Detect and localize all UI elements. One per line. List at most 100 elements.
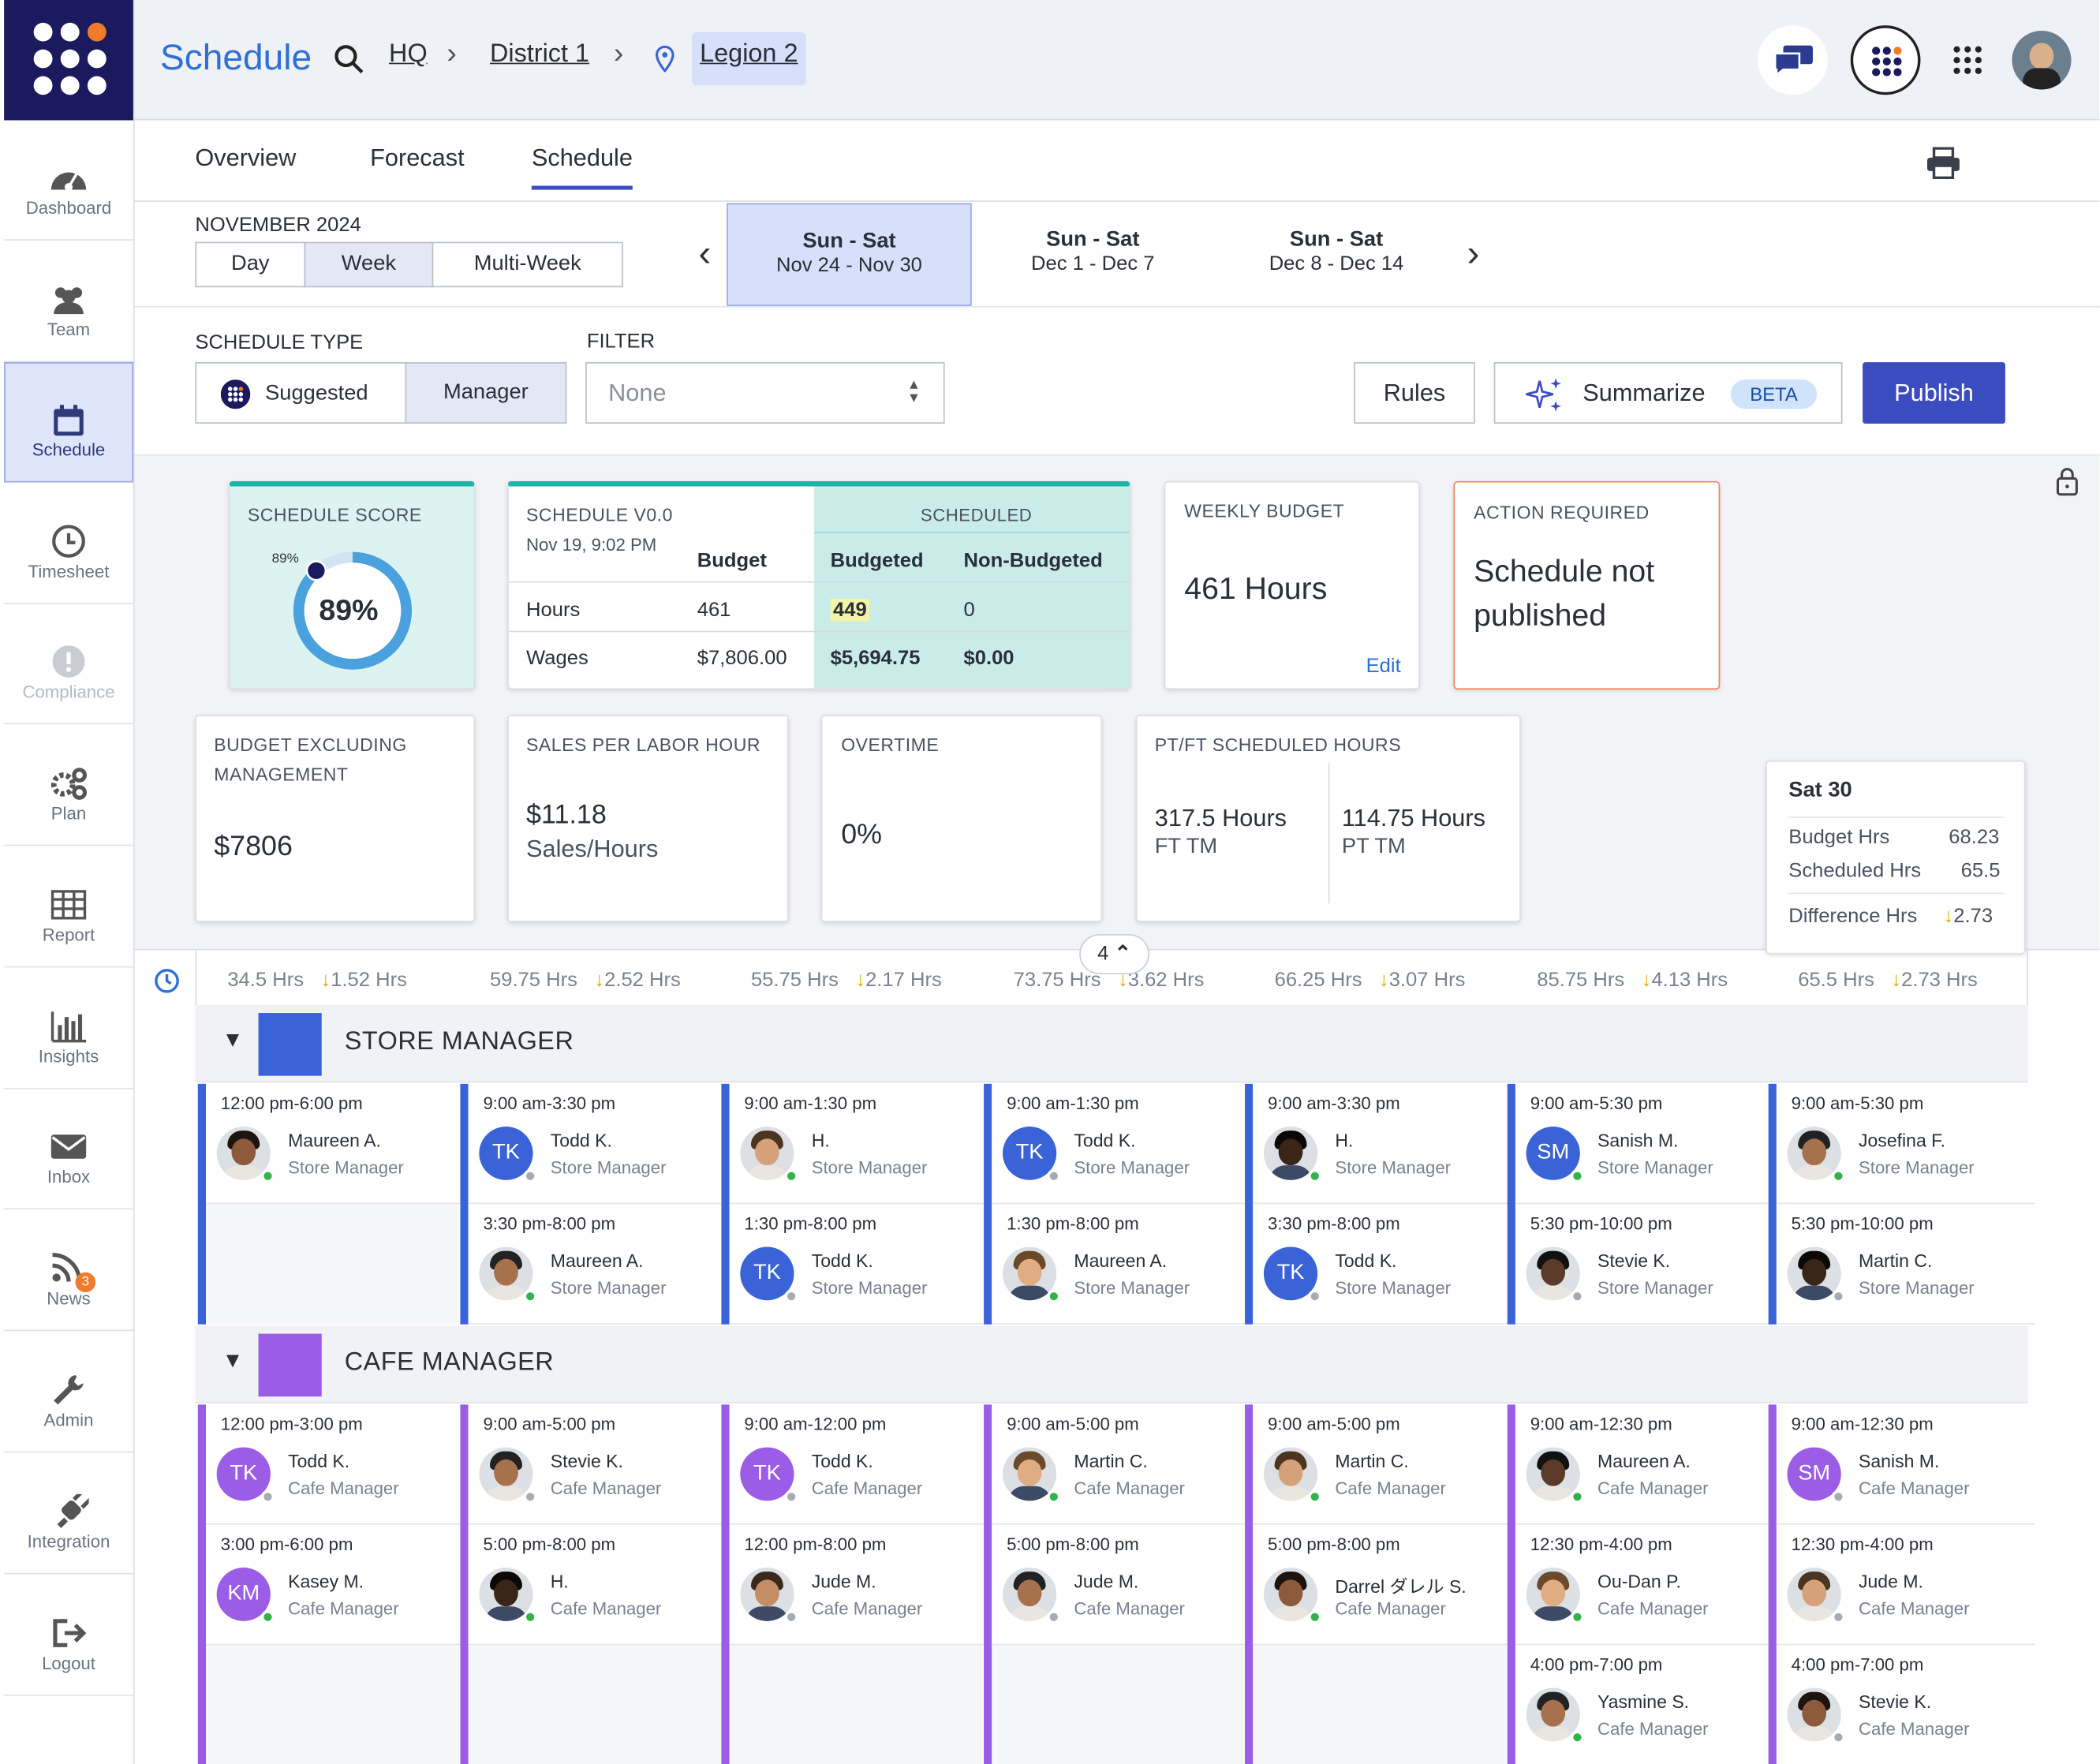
shift-cell[interactable]: 9:00 am-5:30 pm Josefina F. Store Manager <box>1776 1083 2035 1205</box>
manager-button[interactable]: Manager <box>405 362 567 424</box>
budget-ex-value: $7806 <box>214 831 293 862</box>
app-logo[interactable] <box>4 0 133 121</box>
current-location-chip[interactable]: Legion 2 <box>691 32 806 86</box>
shift-cell[interactable]: 9:00 am-1:30 pm H. Store Manager <box>729 1083 988 1205</box>
sidebar-item-integration[interactable]: Integration <box>4 1454 133 1575</box>
shift-cell[interactable]: 9:00 am-12:30 pm SM Sanish M. Cafe Manager <box>1776 1404 2035 1525</box>
week-option-selected[interactable]: Sun - Sat Nov 24 - Nov 30 <box>727 203 972 306</box>
ptft-title: PT/FT SCHEDULED HOURS <box>1154 734 1402 756</box>
view-multiweek-button[interactable]: Multi-Week <box>432 241 623 288</box>
sidebar-item-timesheet[interactable]: Timesheet <box>4 484 133 604</box>
sidebar-item-dashboard[interactable]: Dashboard <box>4 120 133 241</box>
shift-cell[interactable]: 9:00 am-5:00 pm Martin C. Cafe Manager <box>992 1404 1250 1525</box>
shift-time: 9:00 am-12:30 pm <box>1530 1414 1672 1434</box>
employee-name: Todd K. <box>811 1451 873 1472</box>
shift-cell[interactable]: 9:00 am-1:30 pm TK Todd K. Store Manager <box>992 1083 1250 1205</box>
week-option[interactable]: Sun - Sat Dec 1 - Dec 7 <box>972 203 1214 305</box>
lock-icon[interactable] <box>2055 466 2079 496</box>
shift-cell[interactable]: 9:00 am-5:00 pm Stevie K. Cafe Manager <box>468 1404 727 1525</box>
shift-cell[interactable]: 12:00 pm-3:00 pm TK Todd K. Cafe Manager <box>206 1404 465 1525</box>
shift-cell[interactable]: 5:30 pm-10:00 pm Stevie K. Store Manager <box>1515 1204 1774 1325</box>
sidebar-item-news[interactable]: 3 News <box>4 1211 133 1332</box>
group-header[interactable]: ▼ CAFE MANAGER <box>195 1325 2028 1403</box>
shift-cell[interactable]: 5:30 pm-10:00 pm Martin C. Store Manager <box>1776 1204 2035 1325</box>
shift-cell[interactable]: 12:00 pm-6:00 pm Maureen A. Store Manager <box>206 1083 465 1205</box>
collapse-caret-icon[interactable]: ▼ <box>222 1029 243 1052</box>
collapse-rows-toggle[interactable]: 4 ⌃ <box>1079 934 1149 974</box>
shift-cell[interactable]: 5:00 pm-8:00 pm H. Cafe Manager <box>468 1524 727 1646</box>
shift-time: 4:00 pm-7:00 pm <box>1791 1654 1924 1675</box>
sidebar-item-inbox[interactable]: Inbox <box>4 1089 133 1210</box>
shift-cell[interactable]: 9:00 am-5:00 pm Martin C. Cafe Manager <box>1253 1404 1511 1525</box>
logo-dot <box>87 49 106 69</box>
week-range: Dec 8 - Dec 14 <box>1269 252 1404 275</box>
shift-cell[interactable]: 3:00 pm-6:00 pm KM Kasey M. Cafe Manager <box>206 1524 465 1646</box>
sidebar-item-schedule[interactable]: Schedule <box>4 362 133 483</box>
clock-icon[interactable] <box>153 967 180 994</box>
sidebar-item-admin[interactable]: Admin <box>4 1332 133 1453</box>
avatar-initials: KM <box>227 1582 260 1605</box>
shift-time: 9:00 am-1:30 pm <box>1007 1093 1139 1114</box>
shift-cell[interactable]: 5:00 pm-8:00 pm Jude M. Cafe Manager <box>992 1524 1250 1646</box>
next-week-chevron-icon[interactable]: › <box>1467 233 1480 275</box>
breadcrumb-hq[interactable]: HQ <box>389 40 428 69</box>
shift-cell[interactable]: 9:00 am-3:30 pm H. Store Manager <box>1253 1083 1511 1205</box>
tab-schedule[interactable]: Schedule <box>531 144 633 190</box>
summarize-button[interactable]: Summarize BETA <box>1493 362 1843 424</box>
rules-button[interactable]: Rules <box>1354 362 1475 424</box>
shift-cell[interactable]: 9:00 am-3:30 pm TK Todd K. Store Manager <box>468 1083 727 1205</box>
table-icon <box>48 888 88 922</box>
employee-name: Stevie K. <box>550 1451 623 1472</box>
sidebar-item-logout[interactable]: Logout <box>4 1575 133 1696</box>
row-label: Hours <box>526 598 581 622</box>
sidebar-item-plan[interactable]: Plan <box>4 726 133 846</box>
logo-dot <box>33 49 53 69</box>
edit-budget-link[interactable]: Edit <box>1366 655 1401 678</box>
collapse-caret-icon[interactable]: ▼ <box>222 1350 243 1373</box>
suggested-button[interactable]: Suggested <box>195 362 407 424</box>
chat-button[interactable] <box>1758 25 1828 95</box>
shift-cell[interactable]: 5:00 pm-8:00 pm Darrel ダレル S. Cafe Manager <box>1253 1524 1511 1646</box>
user-avatar[interactable] <box>2012 30 2072 90</box>
employee-role: Cafe Manager <box>1597 1478 1709 1498</box>
sidebar-item-team[interactable]: Team <box>4 242 133 363</box>
tab-overview[interactable]: Overview <box>195 144 296 173</box>
avatar-initials: TK <box>491 1141 520 1164</box>
shift-cell[interactable]: 12:30 pm-4:00 pm Ou-Dan P. Cafe Manager <box>1515 1524 1774 1646</box>
shift-cell[interactable]: 12:00 pm-8:00 pm Jude M. Cafe Manager <box>729 1524 988 1646</box>
publish-button[interactable]: Publish <box>1863 362 2005 424</box>
shift-cell[interactable]: 4:00 pm-7:00 pm Yasmine S. Cafe Manager <box>1515 1645 1774 1764</box>
sidebar-item-compliance[interactable]: Compliance <box>4 604 133 725</box>
employee-role: Store Manager <box>1858 1277 1975 1298</box>
shift-cell[interactable]: 4:00 pm-7:00 pm Stevie K. Cafe Manager <box>1776 1645 2035 1764</box>
shift-cell[interactable]: 3:30 pm-8:00 pm TK Todd K. Store Manager <box>1253 1204 1511 1325</box>
breadcrumb-district[interactable]: District 1 <box>490 40 589 69</box>
calendar-icon <box>48 404 88 439</box>
shift-cell[interactable]: 1:30 pm-8:00 pm Maureen A. Store Manager <box>992 1204 1250 1325</box>
divider <box>134 200 2100 202</box>
shift-time: 9:00 am-12:30 pm <box>1791 1414 1934 1434</box>
filter-select[interactable]: None ▴ ▾ <box>585 362 945 424</box>
grid-menu-icon[interactable] <box>1952 46 1982 75</box>
tab-forecast[interactable]: Forecast <box>370 144 464 173</box>
shift-cell[interactable]: 9:00 am-12:00 pm TK Todd K. Cafe Manager <box>729 1404 988 1525</box>
prev-week-chevron-icon[interactable]: ‹ <box>698 233 711 275</box>
shift-cell[interactable]: 9:00 am-12:30 pm Maureen A. Cafe Manager <box>1515 1404 1774 1525</box>
group-header[interactable]: ▼ STORE MANAGER <box>195 1004 2028 1083</box>
breadcrumb-legion[interactable]: Legion 2 <box>700 40 798 69</box>
sidebar-item-report[interactable]: Report <box>4 847 133 968</box>
shift-cell[interactable]: 1:30 pm-8:00 pm TK Todd K. Store Manager <box>729 1204 988 1325</box>
print-icon[interactable] <box>1926 147 1960 179</box>
sidebar-item-insights[interactable]: Insights <box>4 969 133 1089</box>
shift-cell[interactable]: 12:30 pm-4:00 pm Jude M. Cafe Manager <box>1776 1524 2035 1646</box>
shift-cell[interactable]: 3:30 pm-8:00 pm Maureen A. Store Manager <box>468 1204 727 1325</box>
divider <box>508 581 1130 583</box>
tooltip-diff-value: 2.73 <box>1953 904 1994 928</box>
view-week-button[interactable]: Week <box>304 241 434 288</box>
apps-circle-button[interactable] <box>1850 25 1921 95</box>
shift-cell[interactable]: 9:00 am-5:30 pm SM Sanish M. Store Manager <box>1515 1083 1774 1205</box>
search-icon[interactable] <box>334 44 364 73</box>
week-option[interactable]: Sun - Sat Dec 8 - Dec 14 <box>1216 203 1458 305</box>
status-dot <box>1570 1289 1584 1303</box>
view-day-button[interactable]: Day <box>195 241 306 288</box>
